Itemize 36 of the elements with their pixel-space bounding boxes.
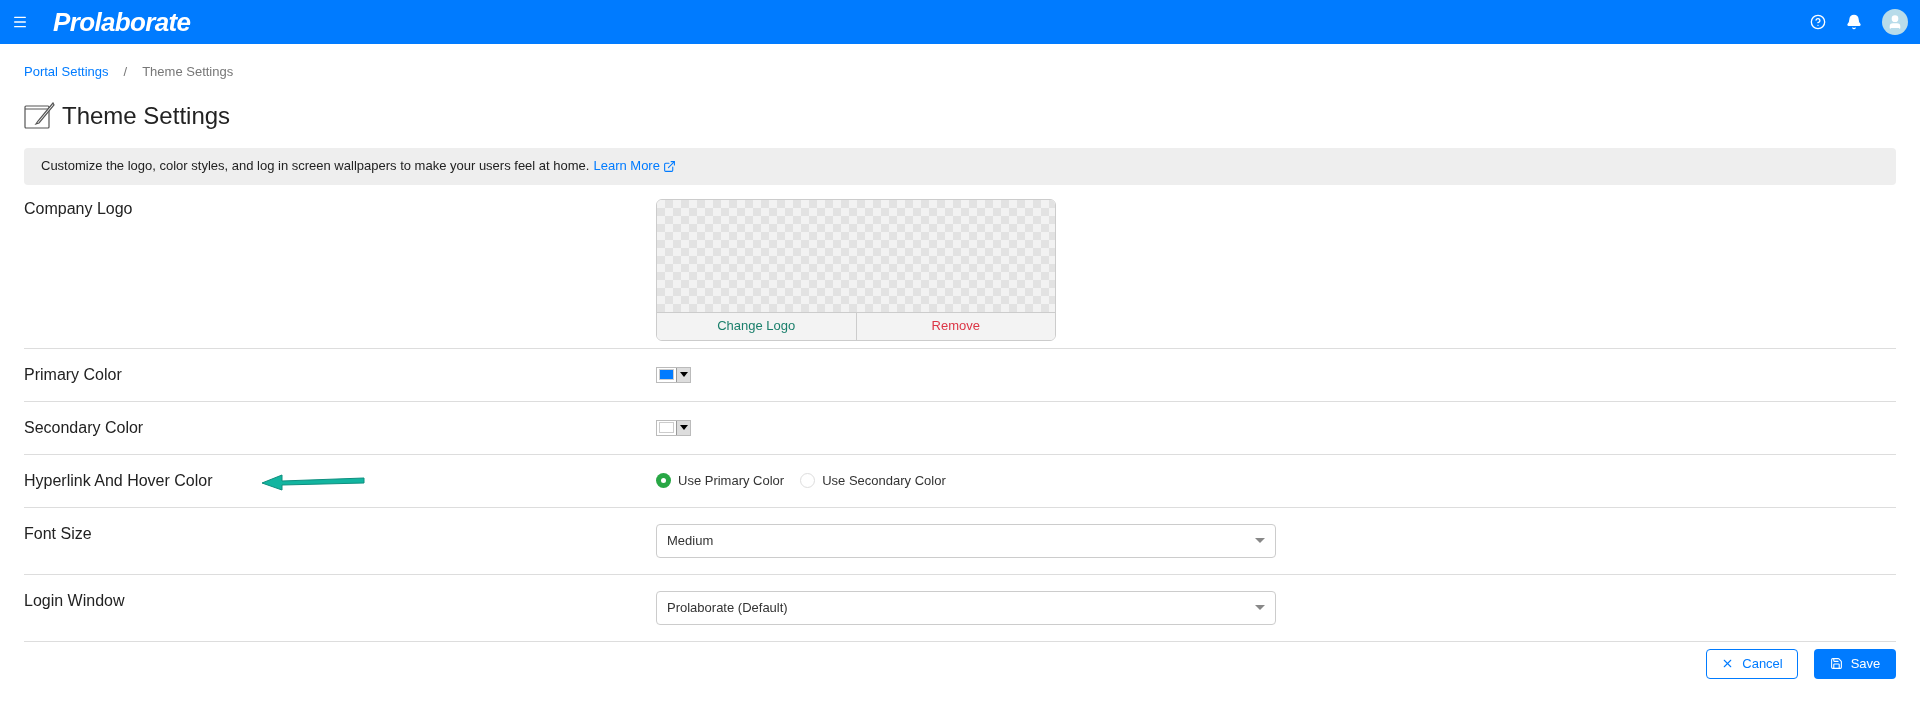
change-logo-button[interactable]: Change Logo	[657, 312, 857, 340]
notification-bell-icon[interactable]	[1846, 14, 1862, 30]
caret-icon	[676, 367, 690, 382]
user-avatar[interactable]	[1882, 9, 1908, 35]
breadcrumb-current: Theme Settings	[142, 63, 234, 81]
learn-more-link[interactable]: Learn More	[593, 156, 676, 176]
save-icon	[1829, 657, 1843, 670]
caret-icon	[1255, 605, 1265, 610]
select-field[interactable]: Medium	[656, 523, 1276, 558]
setting-label: Login Window	[24, 590, 125, 611]
brand-logo[interactable]: Prolaborate	[53, 2, 191, 42]
select-field[interactable]: Prolaborate (Default)	[656, 590, 1276, 625]
setting-label: Company Logo	[24, 198, 133, 219]
menu-icon[interactable]	[12, 14, 28, 30]
color-picker[interactable]	[656, 419, 691, 436]
color-picker[interactable]	[656, 366, 691, 383]
remove-logo-button[interactable]: Remove	[856, 312, 1055, 340]
setting-label: Font Size	[24, 523, 92, 544]
radio-button[interactable]	[800, 473, 816, 488]
caret-icon	[676, 420, 690, 435]
caret-icon	[1255, 538, 1265, 543]
radio-option[interactable]: Use Secondary Color	[800, 470, 946, 491]
setting-label: Hyperlink And Hover Color	[24, 470, 213, 491]
setting-label: Secondary Color	[24, 417, 144, 438]
breadcrumb-separator: /	[123, 63, 128, 81]
cancel-button[interactable]: Cancel	[1706, 648, 1798, 679]
info-text: Customize the logo, color styles, and log in screen wallpapers to make your users feel at home.	[41, 157, 590, 176]
setting-label: Primary Color	[24, 364, 122, 385]
save-button[interactable]: Save	[1814, 648, 1896, 679]
page-title: Theme Settings	[62, 100, 231, 131]
help-icon[interactable]	[1810, 14, 1826, 30]
external-link-icon	[662, 159, 676, 173]
breadcrumb-link[interactable]: Portal Settings	[24, 62, 109, 82]
radio-button[interactable]	[656, 473, 671, 488]
paintbrush-canvas-icon	[24, 101, 56, 130]
radio-option[interactable]: Use Primary Color	[656, 470, 785, 491]
